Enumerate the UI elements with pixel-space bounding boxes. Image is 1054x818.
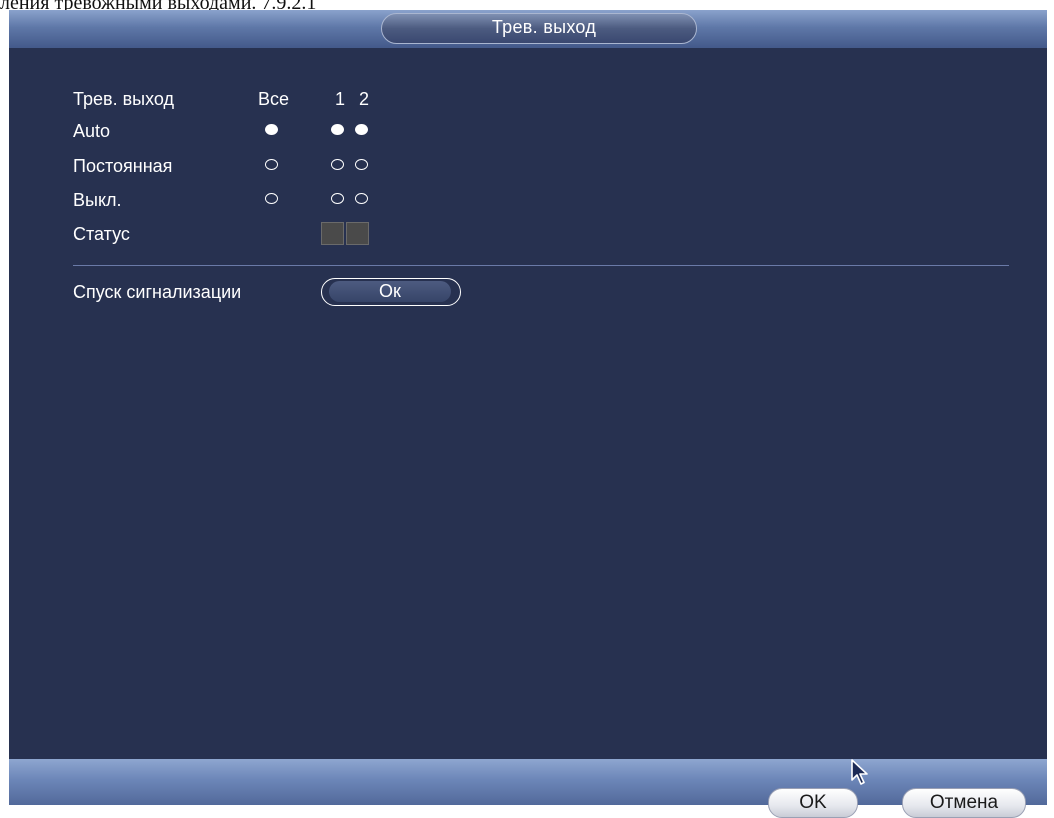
column-2-header: 2 [359,89,370,109]
alarm-release-ok-button[interactable]: Ок [321,278,461,306]
ok-button[interactable]: OK [768,788,858,818]
row-label-off: Выкл. [73,190,122,210]
radio-auto-all[interactable] [265,124,278,135]
window-title: Трев. выход [491,17,597,37]
row-label-auto: Auto [73,121,111,141]
bottom-bar [9,759,1047,805]
section-divider [73,265,1009,266]
radio-off-2[interactable] [355,193,368,204]
status-indicator-1 [321,222,344,245]
radio-auto-2[interactable] [355,124,368,135]
alarm-output-header-label: Трев. выход [73,89,174,109]
alarm-output-window: Трев. выход Трев. выход Все 1 2 Auto Пос… [9,10,1047,805]
alarm-release-label: Спуск сигнализации [73,282,242,302]
column-1-header: 1 [335,89,346,109]
radio-constant-2[interactable] [355,159,368,170]
radio-auto-1[interactable] [331,124,344,135]
radio-constant-1[interactable] [331,159,344,170]
radio-off-1[interactable] [331,193,344,204]
cancel-button[interactable]: Отмена [902,788,1026,818]
radio-off-all[interactable] [265,193,278,204]
radio-constant-all[interactable] [265,159,278,170]
column-all-header: Все [258,89,290,109]
status-indicator-2 [346,222,369,245]
title-bar: Трев. выход [9,10,1047,48]
row-label-constant: Постоянная [73,156,173,176]
row-label-status: Статус [73,224,130,244]
mouse-cursor-icon [851,759,868,785]
alarm-release-ok-label: Ок [329,281,451,302]
